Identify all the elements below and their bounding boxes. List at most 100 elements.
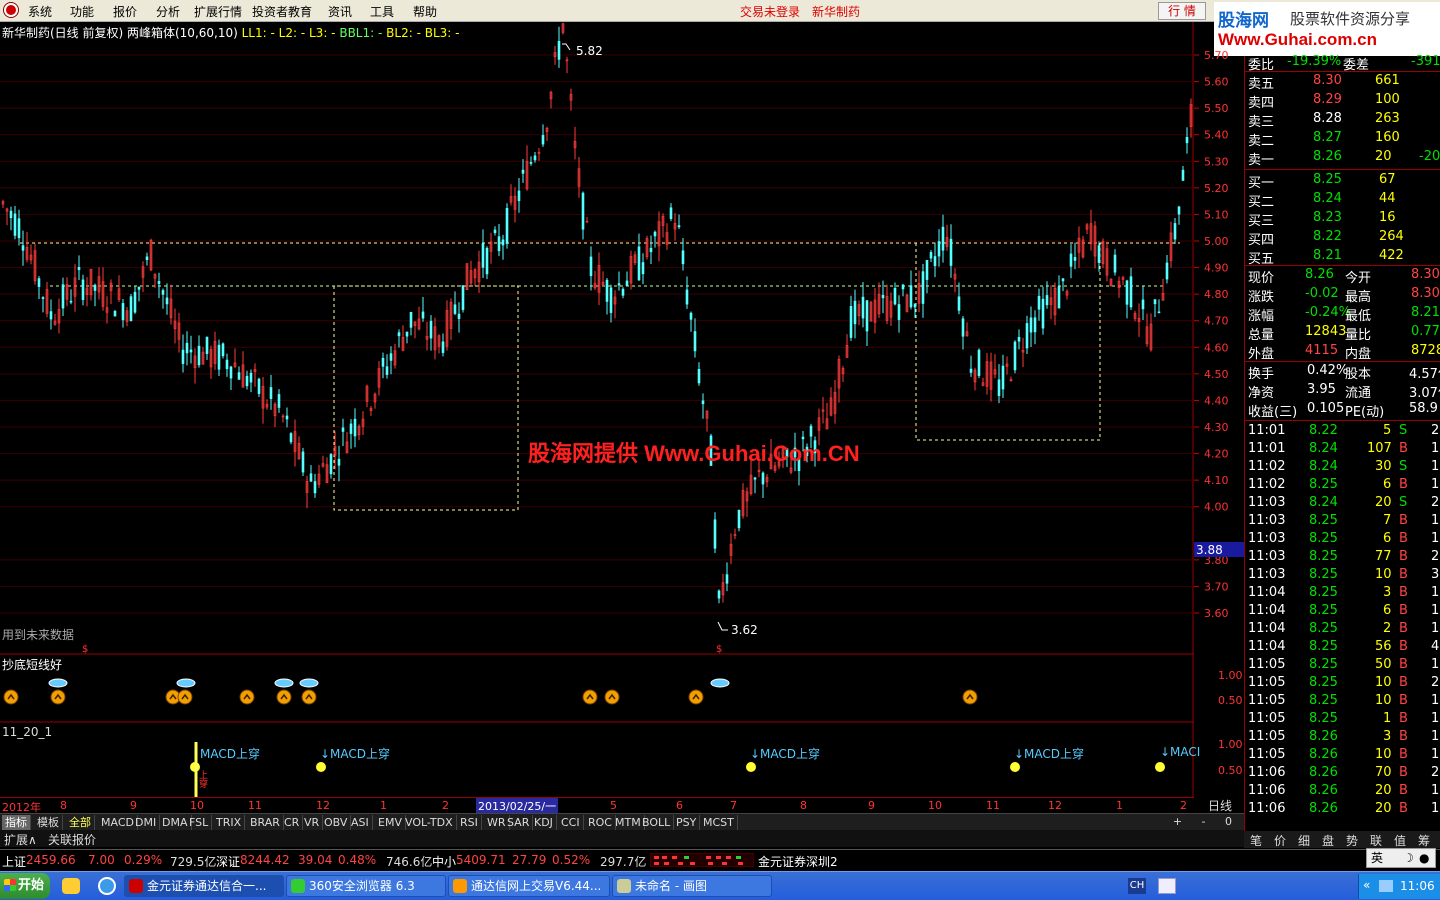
macd-signal-panel: [190, 762, 1165, 772]
side-tab-related[interactable]: 联: [1370, 832, 1382, 849]
taskbar-window-browser[interactable]: 360安全浏览器 6.3: [286, 875, 446, 897]
period-day-button[interactable]: 日线: [1196, 797, 1244, 813]
indicator-tab-trix[interactable]: TRIX: [213, 815, 246, 830]
menu-investor-education[interactable]: 投资者教育: [252, 3, 312, 20]
menu-function[interactable]: 功能: [70, 3, 94, 20]
side-tab-detail[interactable]: 细: [1298, 832, 1310, 849]
menu-analysis[interactable]: 分析: [156, 3, 180, 20]
side-tab-trend[interactable]: 势: [1346, 832, 1358, 849]
candle-body: [221, 343, 225, 357]
taskbar-window-trade[interactable]: 通达信网上交易V6.44...: [448, 875, 610, 897]
tick-price: 8.25: [1309, 621, 1338, 636]
panel2-tick-label: 1.00: [1218, 738, 1243, 751]
help-icon[interactable]: [1158, 878, 1176, 894]
start-button[interactable]: 开始: [0, 873, 50, 899]
buy-signal-icon: [276, 689, 292, 705]
sh-index-label[interactable]: 上证: [2, 853, 26, 870]
tick-price: 8.25: [1309, 639, 1338, 654]
price-axis: 5.70 5.60 5.50 5.40 5.30 5.20 5.10 5.00 4.90 4.80…: [1194, 49, 1244, 777]
candle-body: [1069, 253, 1073, 267]
menu-tools[interactable]: 工具: [370, 3, 394, 20]
ask-volume: 160: [1375, 130, 1400, 145]
tick-price: 8.25: [1309, 657, 1338, 672]
quicklaunch-app-icon[interactable]: [62, 878, 80, 894]
stat-value: 8.30: [1411, 286, 1440, 301]
candle-body: [17, 218, 21, 239]
tick-side: B: [1399, 801, 1408, 816]
indicator-tab-fsl[interactable]: FSL: [186, 815, 213, 830]
trade-login-status[interactable]: 交易未登录: [740, 3, 800, 20]
menu-help[interactable]: 帮助: [413, 3, 437, 20]
quote-mode-button[interactable]: 行 情: [1158, 2, 1206, 20]
menu-system[interactable]: 系统: [28, 3, 52, 20]
broker-server[interactable]: 金元证券深圳2: [758, 853, 838, 870]
taskbar-window-tdx[interactable]: 金元证券通达信合一...: [124, 875, 284, 897]
indicator-tab-brar[interactable]: BRAR: [247, 815, 284, 830]
side-tab-price[interactable]: 价: [1274, 832, 1286, 849]
side-tab-trades[interactable]: 笔: [1250, 832, 1262, 849]
side-tab-chips[interactable]: 筹: [1418, 832, 1430, 849]
taskbar-window-paint[interactable]: 未命名 - 画图: [612, 875, 772, 897]
app-logo-icon[interactable]: [4, 3, 18, 17]
candle-body: [93, 284, 97, 291]
candle-body: [1061, 278, 1065, 282]
side-tab-book[interactable]: 盘: [1322, 832, 1334, 849]
sz-index-label[interactable]: 深证: [216, 853, 240, 870]
kline-chart[interactable]: 5.82 3.62 $ $: [0, 22, 1194, 797]
tick-count: 2: [1431, 675, 1440, 690]
candle-body: [1181, 169, 1185, 181]
indicator-tab-bar: 指标 模板 全部 MACD DMI DMA FSL TRIX BRAR CR VR OBV ASI EMV…: [0, 813, 1244, 830]
indicator-tab-vr[interactable]: VR: [301, 815, 324, 830]
indicator-tab-模板[interactable]: 模板: [34, 815, 63, 830]
ime-indicator[interactable]: 英 ☽ ●: [1366, 848, 1436, 868]
menu-extended-market[interactable]: 扩展行情: [194, 3, 242, 20]
indicator-tab-boll[interactable]: BOLL: [639, 815, 675, 830]
indicator-tab-mcst[interactable]: MCST: [700, 815, 738, 830]
tray-expand-icon[interactable]: «: [1363, 878, 1370, 892]
ask-price: 8.30: [1313, 73, 1342, 88]
indicator-tab-cci[interactable]: CCI: [558, 815, 584, 830]
indicator-tab-全部[interactable]: 全部: [66, 815, 95, 830]
candle-body: [197, 345, 201, 366]
tick-row: 11:05 8.26 3 B 1: [1245, 728, 1440, 747]
candle-body: [609, 287, 613, 313]
tick-count: 1: [1431, 513, 1440, 528]
tick-row: 11:03 8.25 77 B 2: [1245, 548, 1440, 567]
tick-row: 11:06 8.26 20 B 1: [1245, 800, 1440, 819]
indicator-tab-rsi[interactable]: RSI: [457, 815, 482, 830]
indicator-tab-vol-tdx[interactable]: VOL-TDX: [402, 815, 457, 830]
network-icon[interactable]: [1379, 880, 1393, 892]
tick-time: 11:02: [1248, 477, 1286, 492]
indicator-tab-指标[interactable]: 指标: [2, 815, 31, 830]
tick-volume: 77: [1375, 549, 1392, 564]
candle-body: [517, 190, 521, 202]
candle-body: [681, 250, 685, 265]
ime-ch-indicator[interactable]: CH: [1128, 878, 1146, 894]
expand-button[interactable]: 扩展∧: [4, 831, 37, 848]
macd-cross-dot: [1155, 762, 1165, 772]
sme-index-label[interactable]: 中小: [432, 853, 456, 870]
indicator-tab-obv[interactable]: OBV: [321, 815, 352, 830]
tick-side: S: [1399, 459, 1408, 474]
side-tab-value[interactable]: 值: [1394, 832, 1406, 849]
candle-body: [181, 349, 185, 364]
ask-volume: 20: [1375, 149, 1392, 164]
menu-quote[interactable]: 报价: [113, 3, 137, 20]
related-quotes-button[interactable]: 关联报价: [48, 831, 96, 848]
indicator-tab-cr[interactable]: CR: [281, 815, 304, 830]
menu-news[interactable]: 资讯: [328, 3, 352, 20]
tick-time: 11:04: [1248, 639, 1286, 654]
macd-cross-label-5: ↓MACI: [1160, 745, 1201, 759]
indicator-tab-kdj[interactable]: KDJ: [531, 815, 557, 830]
ie-icon[interactable]: [98, 877, 116, 895]
candle-body: [1013, 341, 1017, 371]
fund-label: 股本: [1345, 367, 1372, 382]
stat-label: 今开: [1345, 271, 1372, 286]
candle-body: [1017, 337, 1021, 342]
bid-volume: 44: [1379, 191, 1396, 206]
indicator-tab-psy[interactable]: PSY: [673, 815, 701, 830]
zoom-controls[interactable]: + - 0: [1173, 815, 1240, 828]
indicator-tab-dmi[interactable]: DMI: [132, 815, 161, 830]
indicator-tab-asi[interactable]: ASI: [348, 815, 373, 830]
indicator-tab-sar[interactable]: SAR: [504, 815, 534, 830]
